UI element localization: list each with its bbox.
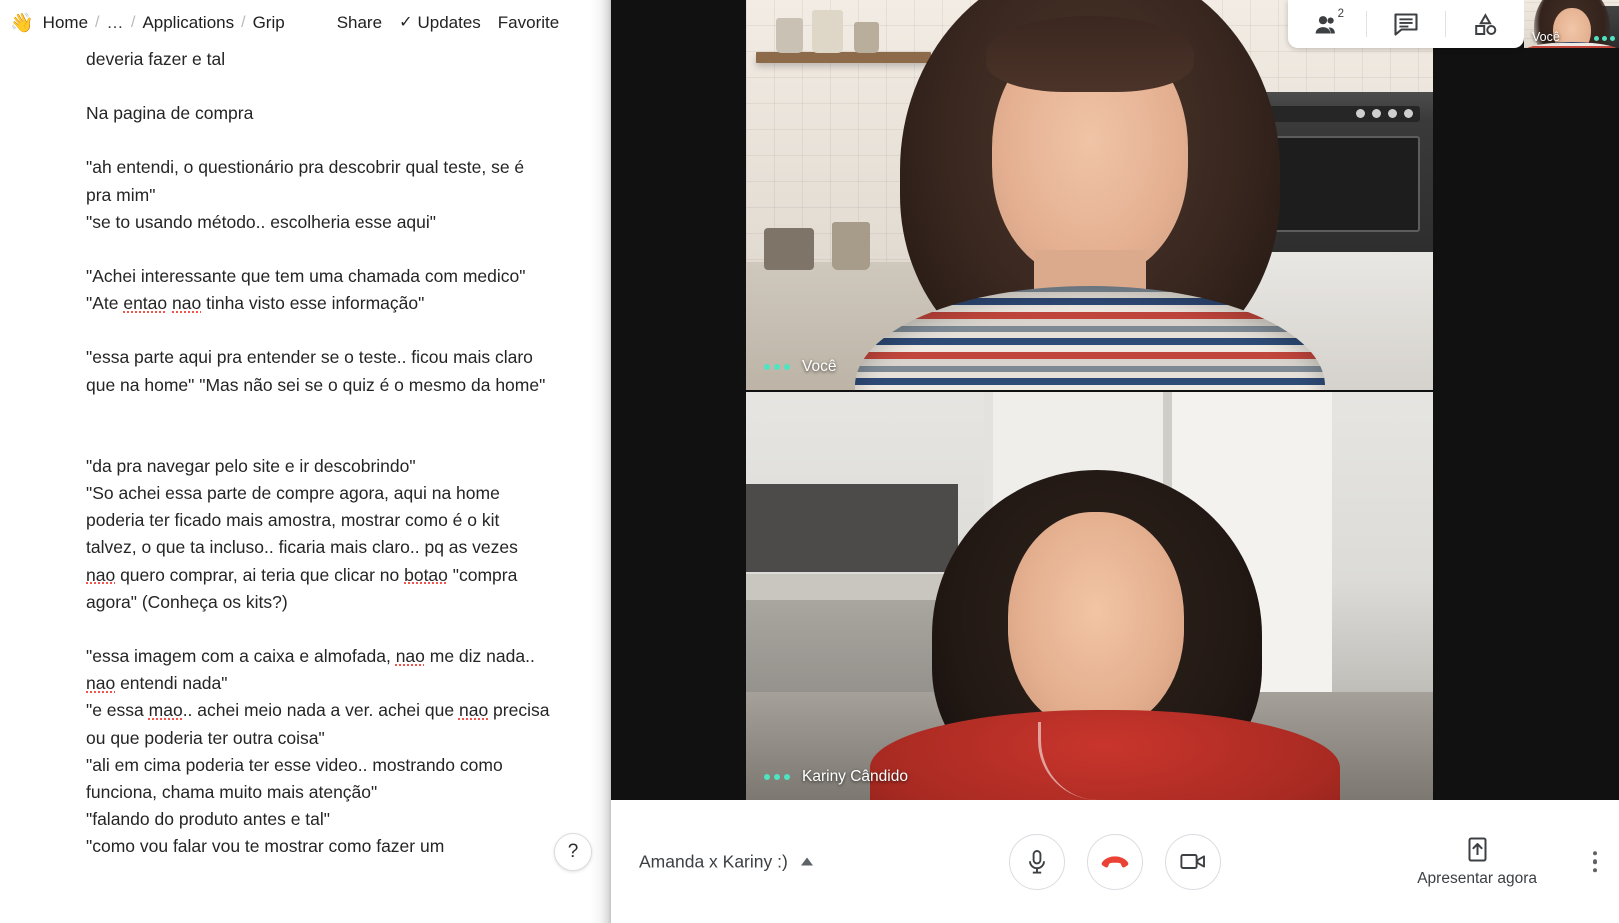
meeting-info: Amanda x Kariny :) bbox=[639, 851, 813, 872]
misspelled-word: nao bbox=[458, 700, 489, 721]
self-view-audio-icon bbox=[1594, 36, 1615, 41]
more-vertical-icon-dot bbox=[1592, 859, 1597, 864]
document-header: 👋 Home / … / Applications / Grip Share ✓… bbox=[0, 0, 611, 46]
video-tile-self[interactable]: Você bbox=[746, 0, 1433, 390]
paragraph: "essa parte aqui pra entender se o teste… bbox=[86, 344, 551, 398]
favorite-button[interactable]: Favorite bbox=[498, 13, 559, 33]
paragraph: "essa imagem com a caixa e almofada, nao… bbox=[86, 643, 551, 861]
present-now-label: Apresentar agora bbox=[1417, 869, 1537, 887]
present-now-button[interactable]: Apresentar agora bbox=[1417, 836, 1537, 888]
text-line-spellchecked: "Achei interessante que tem uma chamada … bbox=[86, 266, 531, 314]
text-line-spellchecked: "e essa mao.. achei meio nada a ver. ach… bbox=[86, 700, 555, 748]
participant-name-chip: Kariny Cândido bbox=[760, 766, 912, 788]
text-line: "da pra navegar pelo site e ir descobrin… bbox=[86, 455, 416, 476]
meet-more-options-button[interactable] bbox=[1592, 850, 1597, 873]
document-body[interactable]: deveria fazer e tal Na pagina de compra … bbox=[0, 46, 595, 923]
breadcrumb-item-home[interactable]: Home bbox=[43, 13, 88, 33]
text-line: "ah entendi, o questionário pra descobri… bbox=[86, 157, 530, 205]
text-line: deveria fazer e tal bbox=[86, 49, 226, 69]
text-line: "se to usando método.. escolheria esse a… bbox=[86, 211, 436, 232]
call-controls bbox=[1009, 833, 1221, 890]
text-line: "essa parte aqui pra entender se o teste… bbox=[86, 347, 546, 395]
updates-label: Updates bbox=[417, 13, 481, 32]
breadcrumb: Home / … / Applications / Grip bbox=[43, 13, 285, 33]
audio-activity-icon bbox=[764, 774, 790, 780]
paragraph: deveria fazer e tal bbox=[86, 46, 551, 73]
text-line: "ali em cima poderia ter esse video.. mo… bbox=[86, 754, 508, 803]
more-options-button[interactable]: ••• bbox=[576, 10, 599, 31]
video-camera-icon bbox=[1180, 854, 1205, 869]
video-call-pane: Você Kariny Cândido 2 Você Amanda x Kari… bbox=[611, 0, 1619, 923]
microphone-button[interactable] bbox=[1009, 833, 1065, 890]
activities-shapes-icon bbox=[1474, 12, 1496, 35]
wave-hand-icon: 👋 bbox=[10, 12, 34, 34]
people-icon bbox=[1315, 15, 1335, 33]
misspelled-word: nao bbox=[86, 673, 116, 694]
text-line-spellchecked: "essa imagem com a caixa e almofada, nao… bbox=[86, 646, 540, 694]
hangup-phone-icon bbox=[1101, 855, 1129, 867]
misspelled-word: nao bbox=[172, 293, 202, 314]
self-view-thumbnail[interactable]: Você bbox=[1524, 0, 1619, 48]
breadcrumb-separator: / bbox=[241, 14, 246, 31]
text-line: "falando do produto antes e tal" bbox=[86, 809, 330, 830]
paragraph: "Achei interessante que tem uma chamada … bbox=[86, 263, 551, 317]
breadcrumb-separator: / bbox=[95, 14, 100, 31]
misspelled-word: entao bbox=[123, 293, 168, 314]
chat-button[interactable] bbox=[1367, 0, 1445, 48]
paragraph: "ah entendi, o questionário pra descobri… bbox=[86, 154, 551, 236]
more-vertical-icon-dot bbox=[1592, 850, 1597, 856]
present-screen-icon bbox=[1468, 837, 1487, 861]
updates-button[interactable]: ✓ Updates bbox=[399, 13, 481, 33]
check-icon: ✓ bbox=[399, 14, 413, 31]
more-vertical-icon-dot bbox=[1592, 867, 1597, 873]
meet-top-toolbar: 2 bbox=[1288, 0, 1524, 48]
participants-button[interactable]: 2 bbox=[1288, 0, 1366, 48]
hangup-button[interactable] bbox=[1087, 833, 1143, 890]
video-tile-participant[interactable]: Kariny Cândido bbox=[746, 392, 1433, 800]
document-actions: Share ✓ Updates Favorite ••• bbox=[337, 10, 600, 34]
self-view-label: Você bbox=[1532, 30, 1560, 44]
misspelled-word: mao bbox=[148, 700, 183, 721]
screen-root: 👋 Home / … / Applications / Grip Share ✓… bbox=[0, 0, 1619, 923]
misspelled-word: nao bbox=[395, 646, 425, 667]
document-pane: 👋 Home / … / Applications / Grip Share ✓… bbox=[0, 0, 611, 923]
participant-name-chip: Você bbox=[760, 356, 840, 378]
camera-button[interactable] bbox=[1165, 833, 1221, 890]
help-button[interactable]: ? bbox=[554, 833, 592, 871]
microphone-icon bbox=[1029, 849, 1045, 874]
text-line-spellchecked: "So achei essa parte de compre agora, aq… bbox=[86, 483, 523, 612]
participant-name: Kariny Cândido bbox=[802, 768, 908, 785]
breadcrumb-item-applications[interactable]: Applications bbox=[142, 13, 234, 33]
breadcrumb-item-collapsed[interactable]: … bbox=[106, 13, 124, 33]
paragraph: "da pra navegar pelo site e ir descobrin… bbox=[86, 453, 551, 616]
breadcrumb-separator: / bbox=[130, 14, 136, 31]
share-button[interactable]: Share bbox=[337, 13, 382, 33]
meeting-name: Amanda x Kariny :) bbox=[639, 851, 788, 871]
video-feed bbox=[746, 392, 1433, 800]
chat-icon bbox=[1394, 12, 1418, 36]
audio-activity-icon bbox=[764, 364, 790, 370]
text-line: "como vou falar vou te mostrar como faze… bbox=[86, 836, 445, 857]
video-stage: Você Kariny Cândido bbox=[611, 0, 1619, 800]
participants-count-badge: 2 bbox=[1337, 8, 1344, 20]
caret-up-icon[interactable] bbox=[800, 857, 813, 866]
misspelled-word: botao bbox=[404, 564, 448, 585]
video-feed bbox=[746, 0, 1433, 390]
participant-name: Você bbox=[802, 358, 837, 375]
breadcrumb-item-grip[interactable]: Grip bbox=[253, 13, 285, 33]
activities-button[interactable] bbox=[1446, 0, 1524, 48]
text-line: Na pagina de compra bbox=[86, 103, 254, 124]
meet-bottom-bar: Amanda x Kariny :) Apresentar agora bbox=[611, 800, 1619, 923]
misspelled-word: nao bbox=[86, 564, 116, 585]
paragraph: Na pagina de compra bbox=[86, 100, 551, 127]
